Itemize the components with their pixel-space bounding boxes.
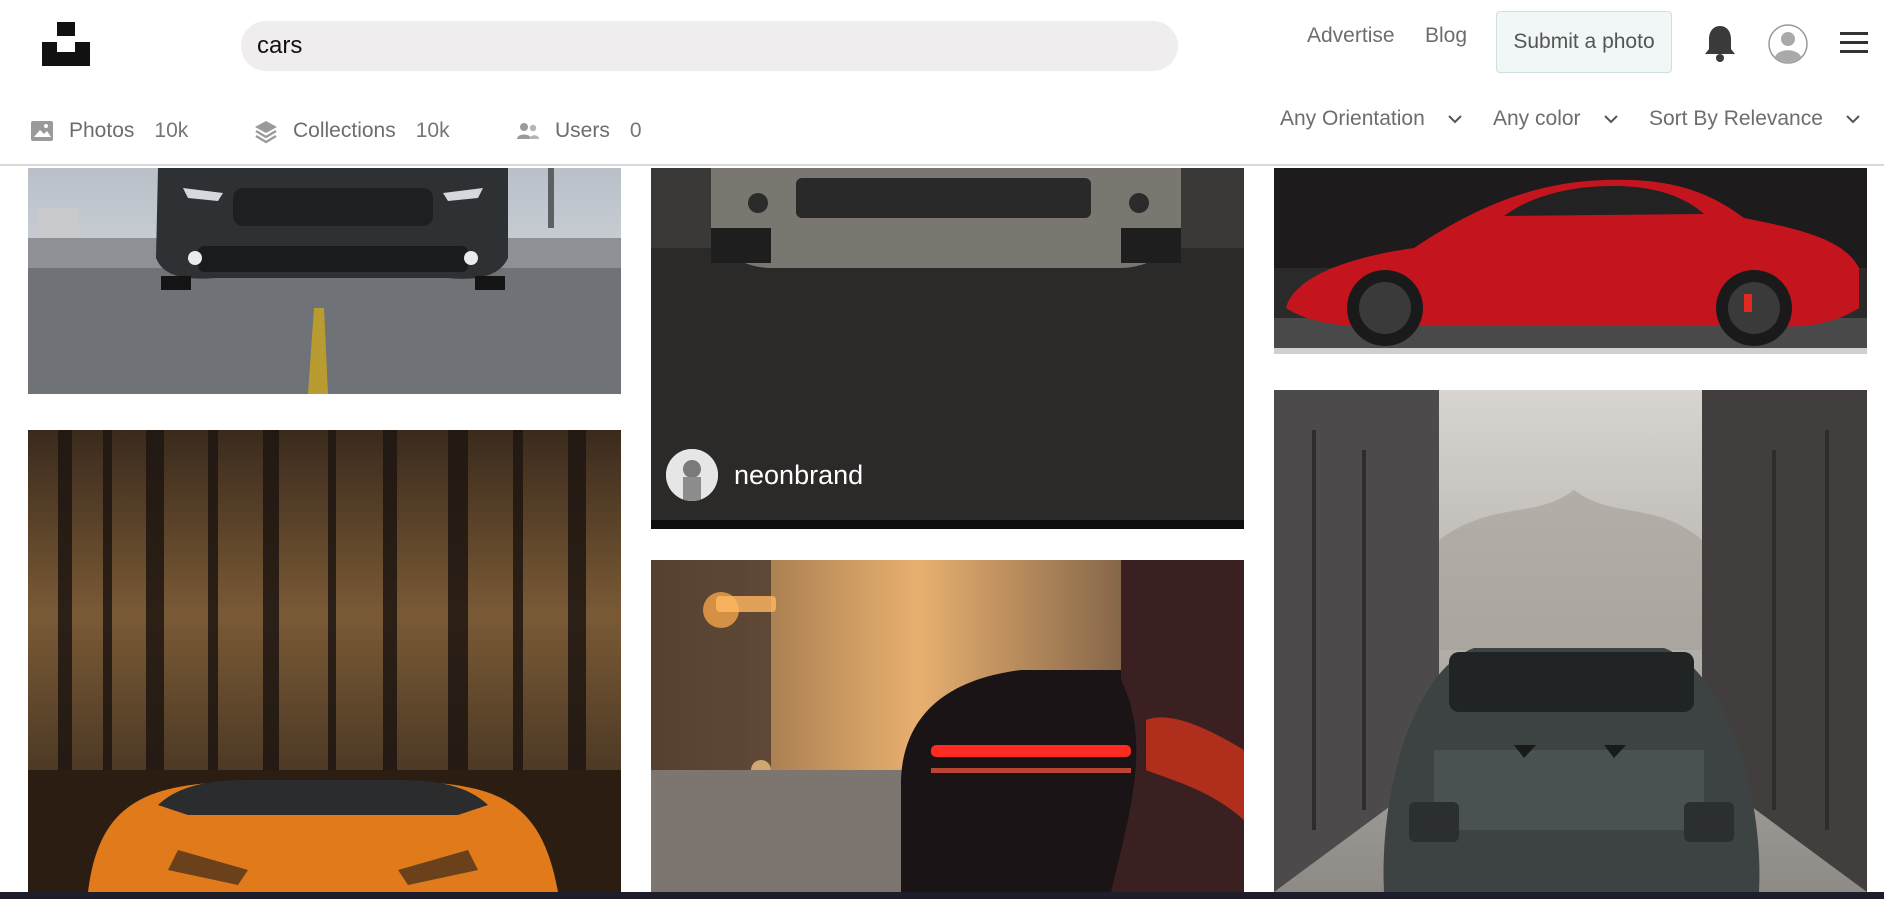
photo-dark-road-car[interactable]: neonbrand [651,168,1244,529]
photographer-avatar[interactable] [666,449,718,501]
top-header: Advertise Blog Submit a photo [0,0,1884,166]
tab-photos-label: Photos [69,119,135,142]
photographer-name[interactable]: neonbrand [734,460,863,491]
tab-collections-label: Collections [293,119,396,142]
photo-grey-ferrari-alley[interactable] [1274,390,1867,892]
search-input[interactable] [257,32,1178,60]
photo-grey-mustang[interactable] [28,168,621,394]
users-icon [515,118,541,144]
chevron-down-icon [1603,115,1618,124]
color-filter-label: Any color [1493,107,1581,130]
chevron-down-icon [1846,115,1860,124]
bell-icon[interactable] [1703,24,1737,62]
photo-red-mercedes[interactable] [1274,168,1867,354]
search-bar[interactable] [241,21,1178,71]
layers-icon [253,118,279,144]
sort-filter[interactable]: Sort By Relevance [1649,107,1861,131]
advertise-link[interactable]: Advertise [1307,24,1395,48]
tab-photos-count: 10k [154,119,189,142]
color-filter[interactable]: Any color [1493,107,1619,131]
sort-filter-label: Sort By Relevance [1649,107,1823,130]
unsplash-logo[interactable] [42,22,90,66]
hamburger-menu-icon[interactable] [1838,29,1870,57]
bottom-strip [0,892,1884,899]
tab-users-count: 0 [629,119,642,142]
photo-audi-r8-rear[interactable] [651,560,1244,892]
submit-photo-button[interactable]: Submit a photo [1496,11,1672,73]
tab-collections[interactable]: Collections 10k [253,118,450,144]
photo-credit[interactable]: neonbrand [666,449,863,501]
chevron-down-icon [1448,115,1462,124]
tab-photos[interactable]: Photos 10k [29,118,188,144]
orientation-filter[interactable]: Any Orientation [1280,107,1463,131]
blog-link[interactable]: Blog [1425,24,1467,48]
tab-users-label: Users [555,119,610,142]
photo-orange-lamborghini-forest[interactable] [28,430,621,892]
tab-collections-count: 10k [415,119,450,142]
orientation-filter-label: Any Orientation [1280,107,1425,130]
user-avatar-icon[interactable] [1768,24,1808,64]
image-icon [29,118,55,144]
tab-users[interactable]: Users 0 [515,118,642,144]
